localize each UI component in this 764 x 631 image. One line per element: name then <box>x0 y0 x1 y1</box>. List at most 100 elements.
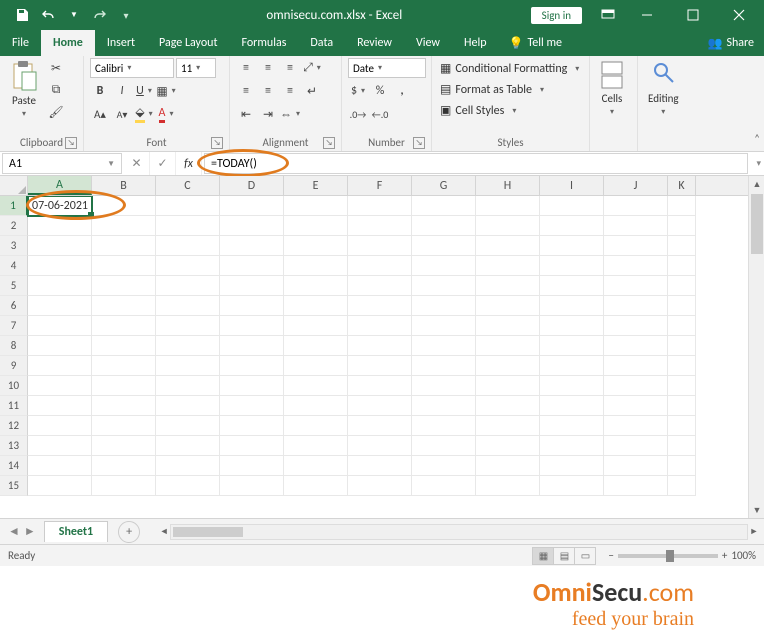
paste-button[interactable]: Paste▾ <box>6 58 42 121</box>
cell[interactable] <box>220 356 284 376</box>
italic-icon[interactable]: I <box>112 81 132 101</box>
zoom-slider[interactable] <box>618 554 718 558</box>
cell[interactable] <box>28 396 92 416</box>
cell[interactable] <box>348 196 412 216</box>
cell[interactable] <box>284 416 348 436</box>
tab-formulas[interactable]: Formulas <box>229 30 298 56</box>
cell[interactable] <box>412 196 476 216</box>
number-launcher[interactable]: ↘ <box>413 137 425 149</box>
tell-me-search[interactable]: 💡Tell me <box>499 30 572 56</box>
alignment-launcher[interactable]: ↘ <box>323 137 335 149</box>
cell[interactable] <box>348 216 412 236</box>
cell[interactable] <box>92 396 156 416</box>
cell[interactable] <box>284 396 348 416</box>
orientation-icon[interactable]: ⤢▾ <box>302 58 322 78</box>
cell[interactable] <box>476 356 540 376</box>
sign-in-button[interactable]: Sign in <box>531 7 582 24</box>
cell[interactable] <box>412 456 476 476</box>
border-icon[interactable]: ▦▾ <box>156 81 176 101</box>
cell[interactable] <box>604 396 668 416</box>
cell[interactable] <box>668 376 696 396</box>
cell[interactable] <box>604 196 668 216</box>
tab-home[interactable]: Home <box>41 30 95 56</box>
wrap-text-icon[interactable]: ↵ <box>302 81 322 101</box>
cell[interactable] <box>540 336 604 356</box>
cell[interactable] <box>156 196 220 216</box>
cell[interactable] <box>92 376 156 396</box>
cell[interactable] <box>476 456 540 476</box>
cell[interactable] <box>284 476 348 496</box>
cell[interactable] <box>156 456 220 476</box>
row-header[interactable]: 6 <box>0 296 28 316</box>
cell[interactable] <box>156 216 220 236</box>
cell[interactable] <box>540 376 604 396</box>
name-box[interactable]: A1▼ <box>2 153 122 174</box>
cell[interactable] <box>668 336 696 356</box>
formula-input[interactable]: =TODAY() ▾ <box>204 153 748 174</box>
cell[interactable] <box>348 296 412 316</box>
close-button[interactable] <box>716 0 762 30</box>
cell[interactable] <box>348 396 412 416</box>
cell[interactable] <box>668 356 696 376</box>
cell[interactable] <box>28 216 92 236</box>
cell[interactable] <box>28 276 92 296</box>
format-painter-icon[interactable]: 🖌 <box>46 102 66 122</box>
maximize-button[interactable] <box>670 0 716 30</box>
expand-formula-bar-icon[interactable]: ▾ <box>756 158 761 169</box>
undo-icon[interactable] <box>36 3 60 27</box>
cell[interactable] <box>28 236 92 256</box>
row-header[interactable]: 9 <box>0 356 28 376</box>
vertical-scrollbar[interactable]: ▲ ▼ <box>748 176 764 518</box>
cell[interactable] <box>220 456 284 476</box>
cell[interactable] <box>284 296 348 316</box>
column-header[interactable]: G <box>412 176 476 195</box>
cell[interactable] <box>284 276 348 296</box>
cell[interactable] <box>220 316 284 336</box>
row-header[interactable]: 10 <box>0 376 28 396</box>
font-size-combo[interactable]: 11▾ <box>176 58 216 78</box>
cell[interactable] <box>540 396 604 416</box>
cell[interactable] <box>476 316 540 336</box>
percent-icon[interactable]: % <box>370 81 390 101</box>
cell[interactable] <box>220 196 284 216</box>
cell[interactable] <box>412 476 476 496</box>
accounting-icon[interactable]: $▾ <box>348 81 368 101</box>
cell[interactable] <box>604 256 668 276</box>
cell[interactable] <box>540 416 604 436</box>
sheet-nav-prev-icon[interactable]: ◄ <box>8 524 20 539</box>
cell[interactable] <box>220 376 284 396</box>
column-header[interactable]: H <box>476 176 540 195</box>
cell[interactable] <box>92 196 156 216</box>
cell[interactable] <box>28 416 92 436</box>
cell[interactable] <box>220 396 284 416</box>
cell[interactable] <box>540 296 604 316</box>
tab-data[interactable]: Data <box>298 30 345 56</box>
cell[interactable] <box>412 216 476 236</box>
row-header[interactable]: 4 <box>0 256 28 276</box>
cell[interactable] <box>412 376 476 396</box>
cell[interactable] <box>28 336 92 356</box>
cell[interactable] <box>92 256 156 276</box>
cell[interactable] <box>28 256 92 276</box>
cell[interactable] <box>156 476 220 496</box>
cells-button[interactable]: Cells▾ <box>596 58 628 119</box>
cell[interactable] <box>412 316 476 336</box>
align-middle-icon[interactable]: ≡ <box>258 58 278 78</box>
view-page-break-icon[interactable]: ▭ <box>574 547 596 565</box>
sheet-nav-next-icon[interactable]: ► <box>24 524 36 539</box>
cell[interactable] <box>412 336 476 356</box>
column-header[interactable]: E <box>284 176 348 195</box>
sheet-tab-active[interactable]: Sheet1 <box>44 521 108 542</box>
cell[interactable] <box>476 196 540 216</box>
cell[interactable] <box>156 296 220 316</box>
align-center-icon[interactable]: ≡ <box>258 81 278 101</box>
cell[interactable] <box>348 236 412 256</box>
cell[interactable] <box>668 476 696 496</box>
row-header[interactable]: 14 <box>0 456 28 476</box>
scroll-up-icon[interactable]: ▲ <box>749 176 764 192</box>
increase-indent-icon[interactable]: ⇥ <box>258 104 278 124</box>
cell[interactable] <box>156 356 220 376</box>
minimize-button[interactable] <box>624 0 670 30</box>
cell[interactable] <box>476 296 540 316</box>
underline-icon[interactable]: U▾ <box>134 81 154 101</box>
